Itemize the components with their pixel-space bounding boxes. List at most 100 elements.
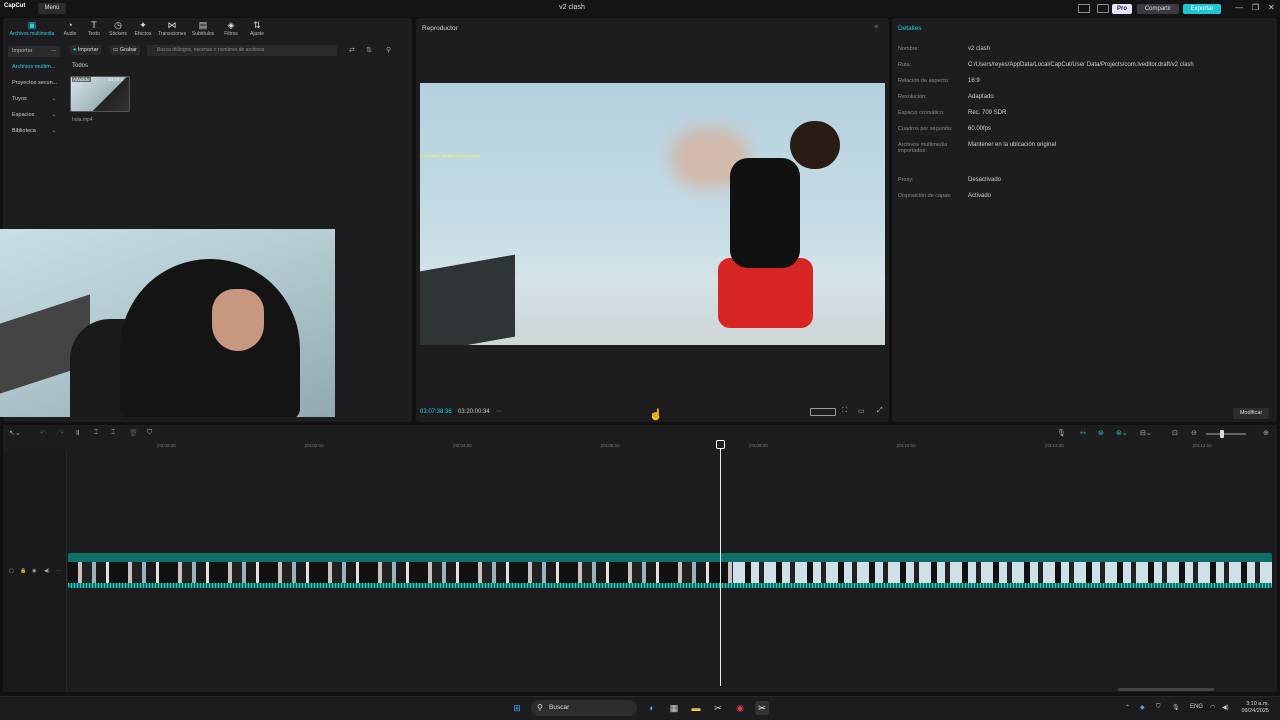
split-icon[interactable]: Ⅱ [76, 429, 79, 437]
zoom-slider[interactable] [1206, 433, 1246, 435]
detail-label: Cuadros por segundo: [898, 126, 953, 132]
select-tool-icon[interactable]: ↖⌄ [9, 429, 21, 437]
taskbar [0, 696, 1280, 720]
store-icon[interactable]: ▦ [667, 701, 681, 715]
media-icon: ▣ [27, 20, 37, 30]
sidebar-item-import[interactable]: Importar — [8, 46, 60, 57]
microphone-icon[interactable]: 🎙 [1057, 429, 1066, 437]
volume-icon[interactable]: ◀) [1222, 704, 1229, 711]
shortcuts-icon[interactable] [1097, 4, 1109, 13]
split-left-icon[interactable]: ⌶ [94, 429, 98, 437]
taskbar-search[interactable]: Buscar [531, 700, 637, 716]
wifi-icon[interactable]: ◠ [1210, 704, 1215, 711]
subtitles-icon: ▤ [198, 20, 208, 30]
import-button[interactable]: ● Importar [70, 45, 102, 55]
delete-icon[interactable]: 🗑 [129, 429, 138, 437]
ruler-tick-label: |03:12:00 [1045, 443, 1064, 448]
menu-button[interactable]: Menú [38, 3, 66, 14]
undo-icon[interactable]: ↶ [40, 429, 46, 437]
sidebar-item-media[interactable]: Archivos multim... [8, 62, 60, 73]
app-logo: CapCut [4, 3, 26, 9]
track-more-icon[interactable]: ⋯ [56, 568, 61, 574]
toolbar-audio-tab[interactable]: ◔ Audio [58, 20, 82, 37]
track-lock-icon[interactable]: 🔒 [20, 568, 26, 574]
record-button[interactable]: ▭ Grabar [110, 45, 140, 55]
aspect-ratio-icon[interactable]: ▭ [858, 407, 865, 415]
detail-label: Proxy: [898, 177, 914, 183]
filter-all-label[interactable]: Todos [72, 63, 88, 69]
link-icon[interactable]: ⇿ [1080, 429, 1086, 437]
media-search-input[interactable]: Busca diálogos, escenas o nombres de arc… [147, 45, 337, 56]
video-track-clip[interactable] [68, 553, 1272, 588]
language-indicator[interactable]: ENG [1190, 704, 1203, 710]
timeline-grid-icon[interactable]: ⋯ [496, 408, 502, 415]
player-title: Reproductor [422, 25, 458, 32]
zoom-in-icon[interactable]: ⊕ [1263, 429, 1269, 437]
minimize-icon[interactable]: — [1235, 3, 1243, 12]
ratio-icon[interactable] [810, 408, 836, 416]
capcut-taskbar-icon[interactable]: ✂ [711, 701, 725, 715]
close-icon[interactable]: ✕ [1268, 3, 1275, 12]
audio-waveform [68, 583, 1272, 588]
ruler-tick-label: |03:08:00 [749, 443, 768, 448]
toolbar-text-tab[interactable]: T Texto [82, 20, 106, 37]
export-button[interactable]: Exportar [1183, 4, 1221, 14]
file-explorer-icon[interactable]: ▬ [689, 701, 703, 715]
tray-chevron-icon[interactable]: ⌃ [1125, 704, 1130, 711]
toolbar-filters-tab[interactable]: ◈ Filtros [218, 20, 244, 37]
sidebar-item-projects[interactable]: Proyectos secun... [8, 78, 60, 89]
detail-value: Rec. 709 SDR [968, 110, 1007, 116]
chrome-icon[interactable]: ◉ [733, 701, 747, 715]
track-audio-icon[interactable]: ◀) [44, 568, 50, 574]
toolbar-transitions-tab[interactable]: ⋈ Transiciones [156, 20, 188, 37]
taskbar-clock[interactable]: 3:10 a.m. 09/24/2025 [1235, 701, 1269, 715]
details-title: Detalles [898, 25, 922, 32]
zoom-out-icon[interactable]: ⊖ [1191, 429, 1197, 437]
filter-icon[interactable]: ⚲ [386, 46, 391, 54]
view-toggle-icon[interactable]: ⇄ [349, 46, 355, 54]
fullscreen-icon[interactable]: ⤢ [877, 407, 883, 415]
windows-start-icon[interactable]: ⊞ [510, 701, 524, 715]
toolbar-media-tab[interactable]: ▣ Archivos multimedia [8, 20, 56, 37]
sidebar-item-spaces[interactable]: Espacios ⌄ [8, 110, 60, 121]
capcut-active-icon[interactable]: ✂ [755, 701, 769, 715]
maximize-icon[interactable]: ❐ [1252, 3, 1259, 12]
detail-value: Mantener en la ubicación original [968, 142, 1057, 148]
fullscreen-crop-icon[interactable]: ⛶ [842, 407, 847, 415]
playhead-handle[interactable] [716, 440, 725, 449]
sidebar-item-yours[interactable]: Tuyos ⌄ [8, 94, 60, 105]
detail-value: v2 clash [968, 46, 991, 52]
playhead[interactable] [720, 440, 721, 686]
redo-icon[interactable]: ↷ [58, 429, 64, 437]
detail-label: Resolución: [898, 94, 927, 100]
video-preview[interactable]: ✔ nahuel171 siempre woodsa x papas [420, 83, 885, 345]
tray-mic-icon[interactable]: 🎙 [1172, 704, 1180, 711]
modify-button[interactable]: Modificar [1233, 408, 1269, 419]
shield-icon[interactable]: ⛉ [147, 429, 152, 437]
share-button[interactable]: Compartir [1137, 4, 1179, 14]
track-lock-box-icon[interactable]: ▢ [9, 568, 14, 574]
toolbar-adjust-tab[interactable]: ⇅ Ajuste [244, 20, 270, 37]
track-eye-icon[interactable]: ◉ [32, 568, 36, 574]
title-bar: CapCut Menú v2 clash Pro Compartir Expor… [0, 0, 1280, 17]
video-bed [420, 254, 515, 345]
edge-browser-icon[interactable]: ◐ [645, 701, 659, 715]
toolbar-label: Efectos [134, 31, 152, 37]
split-right-icon[interactable]: ⌶ [111, 429, 115, 437]
magnet-icon[interactable]: ⊜ [1098, 429, 1104, 437]
toolbar-effects-tab[interactable]: ✦ Efectos [130, 20, 156, 37]
layout-icon[interactable] [1078, 4, 1090, 13]
tray-shield-icon[interactable]: ⛉ [1156, 704, 1161, 711]
sidebar-item-library[interactable]: Biblioteca ⌄ [8, 126, 60, 137]
fit-icon[interactable]: ⊡ [1172, 429, 1178, 437]
sort-icon[interactable]: ⇅ [366, 46, 372, 54]
pro-badge[interactable]: Pro [1112, 4, 1132, 14]
snap-icon[interactable]: ⊜⌄ [1116, 429, 1128, 437]
zoom-slider-knob[interactable] [1220, 430, 1224, 438]
player-menu-icon[interactable]: ≡ [874, 24, 878, 31]
preview-axis-icon[interactable]: ⊟⌄ [1140, 429, 1152, 437]
toolbar-stickers-tab[interactable]: ◷ Stickers [106, 20, 130, 37]
tray-app-icon[interactable]: ◆ [1140, 704, 1145, 711]
timeline-scrollbar[interactable] [1118, 688, 1214, 691]
toolbar-subtitles-tab[interactable]: ▤ Subtítulos [188, 20, 218, 37]
